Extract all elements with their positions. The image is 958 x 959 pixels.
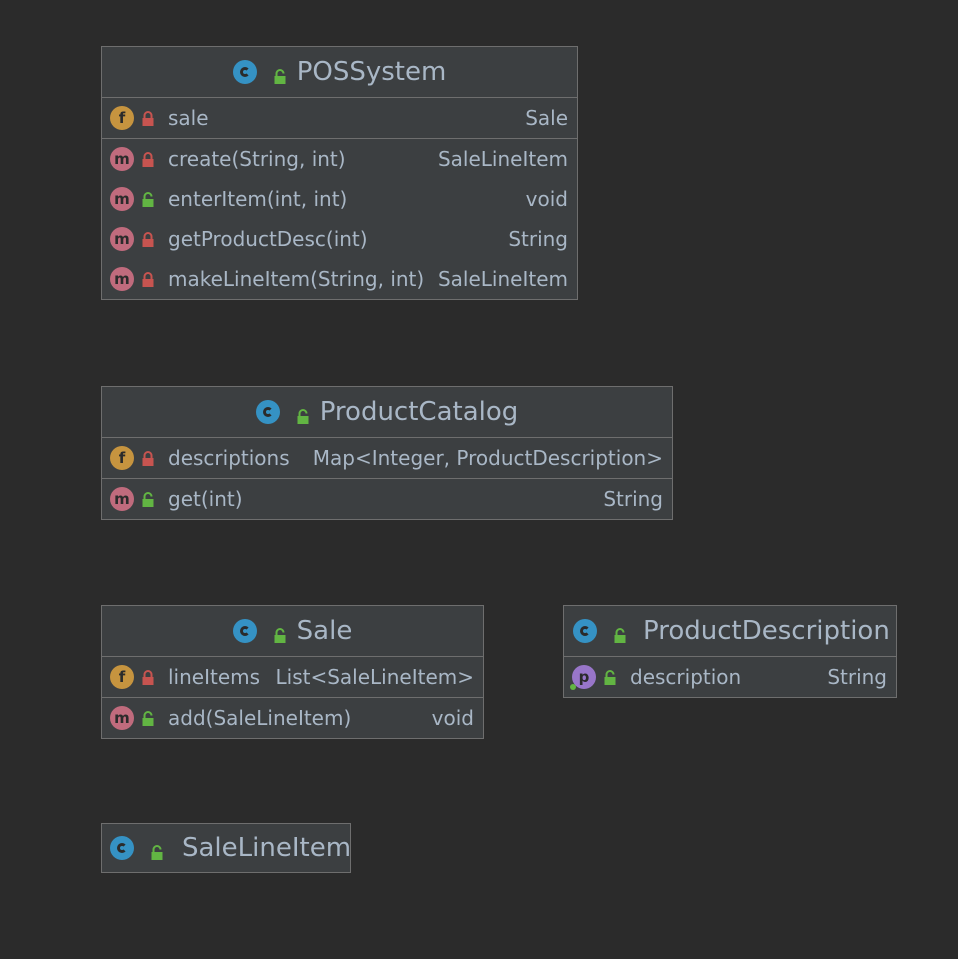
fields-section: f lineItems List<SaleLineItem> — [102, 656, 483, 697]
method-row[interactable]: m add(SaleLineItem) void — [102, 698, 483, 738]
class-header: Sale — [102, 606, 483, 656]
class-name: ProductCatalog — [319, 397, 519, 427]
field-icon: f — [110, 106, 134, 130]
methods-section: m add(SaleLineItem) void — [102, 697, 483, 738]
method-row[interactable]: m get(int) String — [102, 479, 672, 519]
method-row[interactable]: m enterItem(int, int) void — [102, 179, 577, 219]
method-name: enterItem(int, int) — [168, 187, 348, 211]
class-productdescription[interactable]: ProductDescription p description String — [563, 605, 897, 698]
method-type: SaleLineItem — [437, 267, 568, 291]
method-row[interactable]: m makeLineItem(String, int) SaleLineItem — [102, 259, 577, 299]
class-salelineitem[interactable]: SaleLineItem — [101, 823, 351, 873]
method-type: String — [603, 487, 663, 511]
class-name: POSSystem — [296, 57, 447, 87]
private-lock-icon — [140, 668, 156, 686]
class-icon — [232, 60, 257, 84]
class-sale[interactable]: Sale f lineItems List<SaleLineItem> m add(S… — [101, 605, 484, 739]
public-lock-icon — [140, 490, 156, 508]
public-lock-icon — [612, 622, 628, 643]
public-lock-icon — [602, 668, 618, 686]
public-lock-icon — [272, 63, 288, 84]
private-lock-icon — [140, 109, 156, 127]
class-name: Sale — [296, 616, 353, 646]
method-type: void — [525, 187, 568, 211]
class-header: ProductCatalog — [102, 387, 672, 437]
private-lock-icon — [140, 230, 156, 248]
fields-section: f sale Sale — [102, 97, 577, 138]
public-lock-icon — [295, 403, 311, 424]
field-icon: f — [110, 446, 134, 470]
method-type: SaleLineItem — [437, 147, 568, 171]
class-icon — [232, 619, 257, 643]
field-type: Sale — [525, 106, 568, 130]
private-lock-icon — [140, 449, 156, 467]
method-name: get(int) — [168, 487, 243, 511]
method-name: makeLineItem(String, int) — [168, 267, 425, 291]
field-name: lineItems — [168, 665, 261, 689]
field-type: Map<Integer, ProductDescription> — [312, 446, 663, 470]
class-header: POSSystem — [102, 47, 577, 97]
public-lock-icon — [140, 190, 156, 208]
private-lock-icon — [140, 150, 156, 168]
field-row[interactable]: f lineItems List<SaleLineItem> — [102, 657, 483, 697]
method-icon: m — [110, 227, 134, 251]
class-icon — [110, 836, 134, 860]
method-icon: m — [110, 487, 134, 511]
fields-section: f descriptions Map<Integer, ProductDescrip… — [102, 437, 672, 478]
method-row[interactable]: m getProductDesc(int) String — [102, 219, 577, 259]
method-icon: m — [110, 187, 134, 211]
public-lock-icon — [272, 622, 288, 643]
private-lock-icon — [140, 270, 156, 288]
property-name: description — [630, 665, 742, 689]
method-type: void — [431, 706, 474, 730]
field-name: descriptions — [168, 446, 290, 470]
class-icon — [573, 619, 597, 643]
class-name: SaleLineItem — [182, 833, 352, 863]
class-icon — [255, 400, 280, 424]
public-lock-icon — [140, 709, 156, 727]
method-name: add(SaleLineItem) — [168, 706, 352, 730]
field-type: List<SaleLineItem> — [275, 665, 475, 689]
property-icon: p — [570, 665, 596, 690]
property-type: String — [827, 665, 887, 689]
field-icon: f — [110, 665, 134, 689]
public-lock-icon — [149, 839, 165, 860]
field-row[interactable]: f sale Sale — [102, 98, 577, 138]
method-icon: m — [110, 147, 134, 171]
method-icon: m — [110, 706, 134, 730]
field-name: sale — [168, 106, 209, 130]
method-icon: m — [110, 267, 134, 291]
method-name: getProductDesc(int) — [168, 227, 368, 251]
field-row[interactable]: f descriptions Map<Integer, ProductDescrip… — [102, 438, 672, 478]
class-header: SaleLineItem — [102, 824, 352, 872]
methods-section: m get(int) String — [102, 478, 672, 519]
property-row[interactable]: p description String — [564, 657, 896, 697]
class-possystem[interactable]: POSSystem f sale Sale m create(String, int)… — [101, 46, 578, 300]
properties-section: p description String — [564, 656, 896, 697]
methods-section: m create(String, int) SaleLineItem m enterIt… — [102, 138, 577, 299]
class-header: ProductDescription — [564, 606, 896, 656]
method-name: create(String, int) — [168, 147, 346, 171]
class-productcatalog[interactable]: ProductCatalog f descriptions Map<Integer,… — [101, 386, 673, 520]
method-type: String — [508, 227, 568, 251]
method-row[interactable]: m create(String, int) SaleLineItem — [102, 139, 577, 179]
class-name: ProductDescription — [643, 616, 890, 646]
